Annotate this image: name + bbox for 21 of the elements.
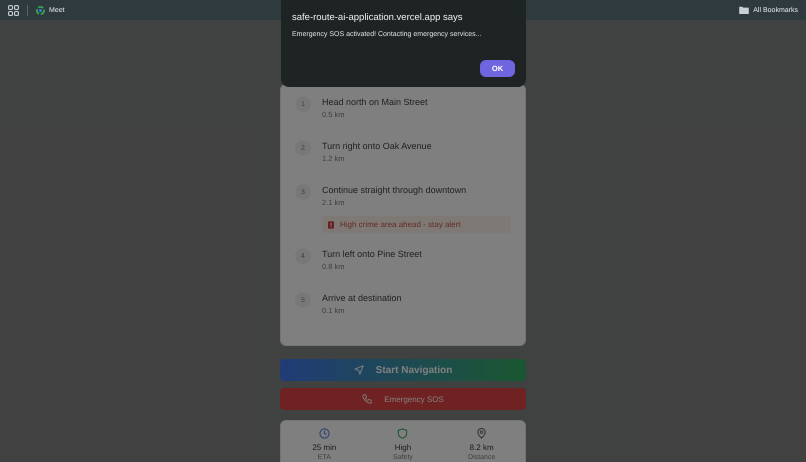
dialog-title: safe-route-ai-application.vercel.app says: [292, 12, 464, 23]
alert-icon: [328, 220, 334, 228]
step-instruction: Head north on Main Street: [322, 97, 429, 107]
apps-grid-icon[interactable]: [8, 4, 19, 16]
step-instruction: Turn left onto Pine Street: [322, 249, 423, 259]
folder-icon: [739, 6, 750, 14]
clock-icon: [318, 428, 330, 439]
camera-logo-icon: [36, 6, 45, 14]
step-instruction: Arrive at destination: [322, 293, 403, 303]
stat-value: 25 min: [312, 443, 336, 452]
navigation-arrow-icon: [354, 365, 364, 375]
start-navigation-button[interactable]: Start Navigation: [280, 359, 526, 381]
stat-value: High: [394, 443, 412, 452]
phone-icon: [362, 394, 372, 404]
step-instruction: Turn right onto Oak Avenue: [322, 141, 433, 151]
stat-value: 8.2 km: [470, 443, 494, 452]
location-pin-icon: [476, 428, 488, 439]
emergency-sos-button[interactable]: Emergency SOS: [280, 388, 526, 410]
alert-text: High crime area ahead - stay alert: [340, 220, 460, 229]
step-instruction: Continue straight through downtown: [322, 185, 468, 195]
shield-icon: [397, 428, 408, 439]
